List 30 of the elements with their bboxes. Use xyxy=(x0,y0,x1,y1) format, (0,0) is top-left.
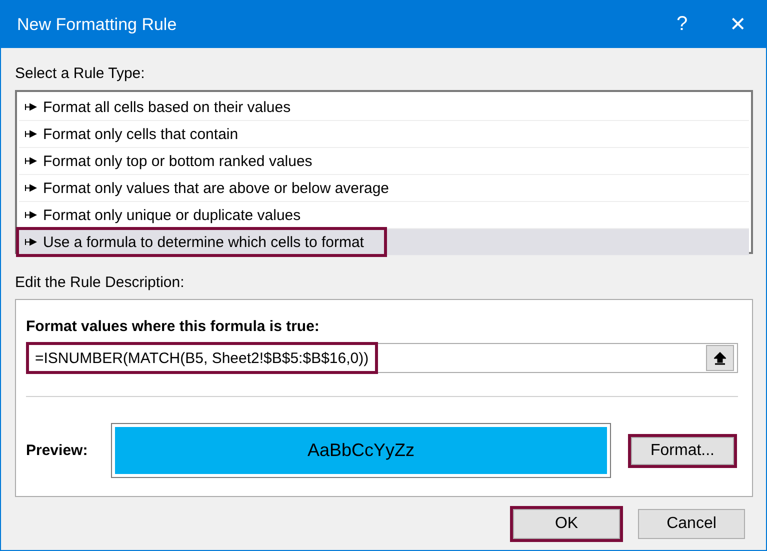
rule-type-label: Format only values that are above or below average xyxy=(43,180,390,196)
rule-type-label: Format only cells that contain xyxy=(43,126,238,142)
upload-icon xyxy=(714,352,726,364)
close-button[interactable]: ✕ xyxy=(710,12,766,37)
rule-type-item[interactable]: Format only top or bottom ranked values xyxy=(19,148,749,175)
rule-type-item[interactable]: Format all cells based on their values xyxy=(19,94,749,121)
dialog-button[interactable]: OK xyxy=(513,509,620,539)
rule-type-item[interactable]: Use a formula to determine which cells to format xyxy=(19,229,749,256)
arrow-icon xyxy=(25,157,37,165)
section-label: Edit the Rule Description: xyxy=(15,274,186,291)
preview-label: Preview: xyxy=(26,442,89,459)
rule-type-label: Format all cells based on their values xyxy=(43,98,291,116)
rule-type-label: Format only top or bottom ranked values xyxy=(43,152,312,170)
preview-sample: AaBbCcYyZz xyxy=(115,427,607,474)
rule-type-label: Use a formula to determine which cells to format xyxy=(43,234,364,250)
dialog-button[interactable]: Cancel xyxy=(638,509,745,539)
rule-type-label: Format only unique or duplicate values xyxy=(43,206,301,224)
arrow-icon xyxy=(25,130,37,138)
rule-type-item[interactable]: Format only values that are above or below average xyxy=(19,175,749,202)
arrow-icon xyxy=(25,103,37,111)
arrow-icon xyxy=(25,184,37,192)
arrow-icon xyxy=(25,238,37,246)
collapse-button[interactable] xyxy=(706,345,734,371)
rule-type-item[interactable]: Format only cells that contain xyxy=(19,121,749,148)
arrow-icon xyxy=(25,211,37,219)
help-button[interactable]: ? xyxy=(654,13,710,36)
formula-field[interactable]: =ISNUMBER(MATCH(B5, Sheet2!$B$5:$B$16,0)) xyxy=(26,343,738,373)
formula-label: Format values where this formula is true: xyxy=(26,318,320,335)
section-label: Select a Rule Type: xyxy=(15,65,146,82)
window-title: New Formatting Rule xyxy=(17,14,178,34)
